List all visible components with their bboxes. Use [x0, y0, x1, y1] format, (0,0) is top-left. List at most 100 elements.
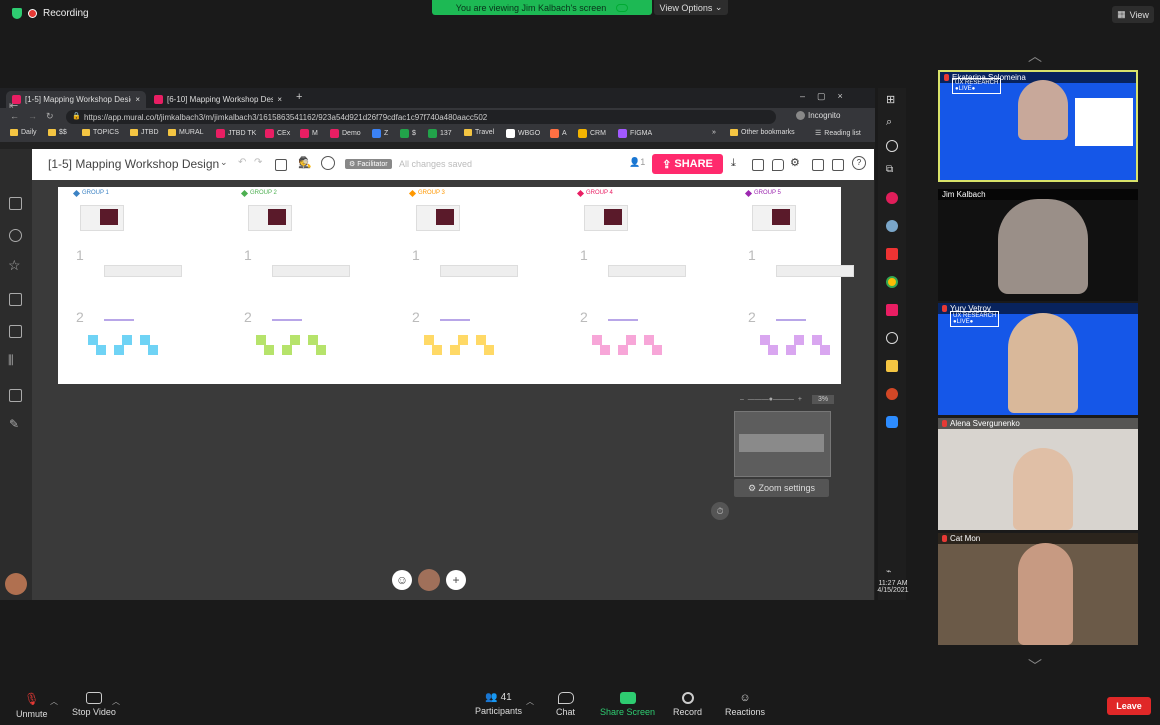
leave-button[interactable]: Leave: [1107, 697, 1151, 715]
share-screen-button[interactable]: Share Screen: [600, 692, 655, 717]
chrome-icon[interactable]: [886, 276, 898, 288]
zoom-app-icon[interactable]: [886, 416, 898, 428]
sticky-note[interactable]: [432, 345, 442, 355]
powerpoint-icon[interactable]: [886, 388, 898, 400]
url-bar[interactable]: 🔒 https://app.mural.co/t/jimkalbach3/m/j…: [66, 110, 776, 124]
sticky-note-icon[interactable]: [9, 197, 22, 210]
zoom-slider[interactable]: – ———●——— + 3%: [740, 395, 835, 404]
sticky-note[interactable]: [820, 345, 830, 355]
sticky-note[interactable]: [592, 335, 602, 345]
add-icon[interactable]: +: [446, 570, 466, 590]
comment-icon[interactable]: [772, 159, 784, 171]
stop-video-button[interactable]: Stop Video: [72, 692, 116, 717]
private-mode-icon[interactable]: 🕵: [298, 156, 312, 169]
sticky-note[interactable]: [768, 345, 778, 355]
chevron-down-icon[interactable]: ⌄: [220, 157, 228, 168]
mural-title[interactable]: [1-5] Mapping Workshop Design: [48, 157, 219, 171]
bookmark-item[interactable]: 137: [428, 129, 452, 138]
search-icon[interactable]: [832, 159, 844, 171]
bookmark-item[interactable]: TOPICS: [82, 129, 119, 136]
system-clock[interactable]: 11:27 AM 4/15/2021: [876, 580, 910, 594]
task-view-icon[interactable]: ⧉: [886, 164, 893, 175]
sticky-note[interactable]: [308, 335, 318, 345]
timer-icon[interactable]: ⏱: [711, 502, 729, 520]
close-icon[interactable]: ×: [135, 95, 140, 104]
incognito-badge[interactable]: Incognito: [796, 111, 840, 120]
frameworks-icon[interactable]: [9, 293, 22, 306]
chat-button[interactable]: Chat: [556, 692, 575, 717]
zoom-level[interactable]: 3%: [811, 395, 835, 404]
chevron-up-icon[interactable]: ︿: [526, 696, 534, 707]
reload-icon[interactable]: ↻: [46, 111, 54, 122]
bookmark-item[interactable]: JTBD TK: [216, 129, 256, 138]
undo-icon[interactable]: ↶: [238, 157, 246, 168]
bookmark-item[interactable]: $$: [48, 129, 67, 136]
sticky-note[interactable]: [256, 335, 266, 345]
browser-tab-1[interactable]: [1-5] Mapping Workshop Design ×: [6, 91, 146, 108]
participant-tile[interactable]: Cat Mon: [938, 533, 1138, 645]
sticky-note[interactable]: [122, 335, 132, 345]
bookmark-item[interactable]: Daily: [10, 129, 37, 136]
group-section[interactable]: GROUP 4 1 2: [576, 187, 736, 384]
help-icon[interactable]: ?: [852, 156, 866, 170]
shapes-icon[interactable]: [9, 229, 22, 242]
scroll-up-icon[interactable]: ︿: [1028, 46, 1042, 66]
bookmark-item[interactable]: CRM: [578, 129, 606, 138]
sticky-note[interactable]: [652, 345, 662, 355]
sticky-note[interactable]: [148, 345, 158, 355]
sticky-note[interactable]: [600, 345, 610, 355]
emoji-icon[interactable]: ☺: [392, 570, 412, 590]
outline-list-icon[interactable]: [812, 159, 824, 171]
more-bookmarks-icon[interactable]: »: [712, 129, 716, 136]
sticky-note[interactable]: [290, 335, 300, 345]
outline-icon[interactable]: [275, 159, 287, 171]
sticky-note[interactable]: [458, 335, 468, 345]
forward-icon[interactable]: →: [28, 111, 37, 121]
slack-icon[interactable]: [886, 192, 898, 204]
participant-tile[interactable]: UX RESEARCH ●LIVE● Ekaterina Solomeina: [938, 70, 1138, 182]
other-bookmarks[interactable]: Other bookmarks: [730, 129, 795, 136]
exit-icon[interactable]: ⇤: [9, 99, 22, 112]
mural-board[interactable]: GROUP 1 1 2 GROUP 2 1 2 GROUP 3 1 2 GROU…: [58, 187, 854, 384]
export-icon[interactable]: ⤓: [731, 157, 736, 170]
app-icon[interactable]: [886, 220, 898, 232]
bookmark-item[interactable]: Demo: [330, 129, 361, 138]
sticky-note[interactable]: [114, 345, 124, 355]
bookmark-item[interactable]: CEx: [265, 129, 290, 138]
sticky-note[interactable]: [450, 345, 460, 355]
view-options-button[interactable]: View Options ⌄: [654, 0, 728, 15]
facilitator-badge[interactable]: ⚙ Facilitator: [345, 159, 392, 169]
bookmark-item[interactable]: Z: [372, 129, 388, 138]
redo-icon[interactable]: ↷: [254, 157, 262, 168]
participants-button[interactable]: 👥 41 Participants: [475, 692, 522, 716]
sticky-note[interactable]: [424, 335, 434, 345]
sticky-note[interactable]: [484, 345, 494, 355]
sticky-note[interactable]: [88, 335, 98, 345]
participant-tile[interactable]: Jim Kalbach: [938, 189, 1138, 301]
app-icon[interactable]: [886, 332, 898, 344]
sticky-note[interactable]: [786, 345, 796, 355]
view-button[interactable]: ▦ View: [1112, 6, 1154, 23]
sticky-note[interactable]: [476, 335, 486, 345]
sticky-note[interactable]: [316, 345, 326, 355]
settings-icon[interactable]: ⚙: [790, 156, 800, 169]
sticky-note[interactable]: [282, 345, 292, 355]
minimap[interactable]: [734, 411, 831, 477]
unmute-button[interactable]: 🎙 Unmute: [16, 692, 48, 719]
timer-icon[interactable]: [321, 156, 335, 170]
participant-tile[interactable]: UX RESEARCH ●LIVE● Yury Vetrov: [938, 303, 1138, 415]
file-explorer-icon[interactable]: [886, 360, 898, 372]
cortana-icon[interactable]: [886, 140, 898, 152]
chevron-up-icon[interactable]: ︿: [112, 696, 120, 707]
bookmark-item[interactable]: JTBD: [130, 129, 159, 136]
sticky-note[interactable]: [760, 335, 770, 345]
participants-count[interactable]: 👤1: [629, 157, 645, 168]
reactions-button[interactable]: ☺ Reactions: [725, 692, 765, 717]
close-icon[interactable]: ×: [277, 95, 282, 104]
upload-icon[interactable]: [9, 389, 22, 402]
bookmark-item[interactable]: M: [300, 129, 318, 138]
avatar[interactable]: [418, 569, 440, 591]
share-button[interactable]: ⇪ SHARE: [652, 154, 723, 174]
windows-start-icon[interactable]: ⊞: [886, 93, 895, 106]
sticky-note[interactable]: [812, 335, 822, 345]
